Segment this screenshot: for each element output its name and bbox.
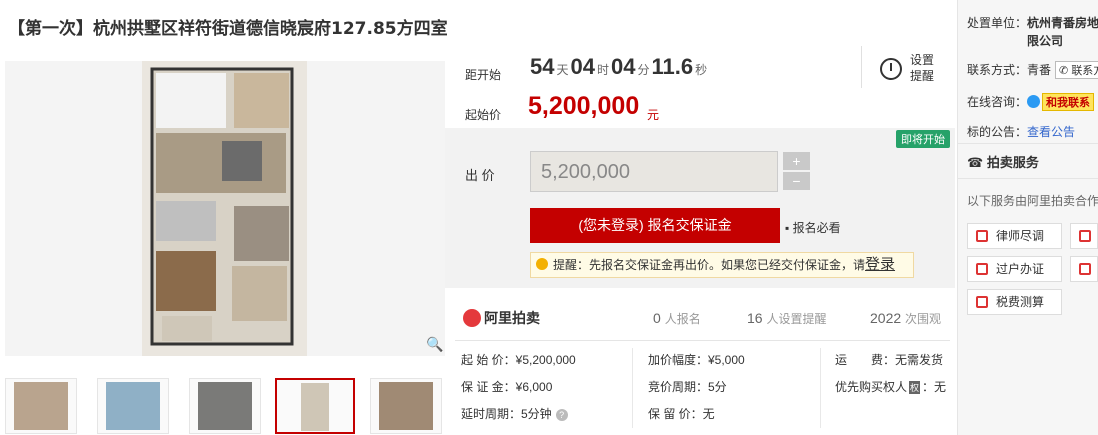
notice-link[interactable]: 查看公告 (1027, 125, 1075, 139)
notice: 标的公告：查看公告 (967, 125, 1076, 139)
chat-icon (1027, 95, 1041, 108)
page-title: 【第一次】杭州拱墅区祥符街道德信晓宸府127.85方四室 (8, 19, 448, 39)
location-icon (1079, 230, 1091, 242)
lawyer-service-button[interactable]: 律师尽调 (967, 223, 1062, 249)
set-remind-button[interactable]: 设置提醒 (910, 52, 940, 84)
thumbnail[interactable] (97, 378, 169, 434)
service-title: ☎ 拍卖服务 (967, 155, 1039, 170)
online-chat: 在线咨询： 和我联系 (967, 93, 1095, 111)
chat-button[interactable]: 和我联系 (1042, 93, 1095, 111)
view-count: 2022 次围观 (870, 310, 942, 326)
thumbnail-active[interactable] (275, 378, 355, 434)
info-priority-buyer: 优先购买权人权：无 (835, 380, 947, 394)
start-price-unit: 元 (647, 108, 660, 122)
thumbnail-strip (5, 378, 445, 434)
start-price-value: 5,200,000 (528, 92, 640, 120)
info-shipping: 运 费：无需发货 (835, 353, 944, 367)
zoom-icon[interactable]: 🔍 (426, 336, 444, 354)
disposer-line2: 限公司 (1027, 34, 1064, 48)
message-service-button[interactable] (1070, 256, 1098, 282)
signup-count: 0 人报名 (653, 310, 701, 326)
divider (861, 46, 862, 88)
thumbnail[interactable] (370, 378, 442, 434)
divider (632, 348, 633, 428)
thumbnail[interactable] (5, 378, 77, 434)
remind-count: 16 人设置提醒 (747, 310, 827, 326)
info-increment: 加价幅度：¥5,000 (648, 353, 745, 367)
bid-label: 出 价 (465, 168, 495, 183)
disposer: 处置单位：杭州青番房地 (967, 16, 1098, 30)
countdown-label: 距开始 (465, 68, 502, 82)
signup-deposit-button[interactable]: (您未登录) 报名交保证金 (530, 208, 780, 243)
info-delay-period: 延时周期：5分钟? (461, 405, 568, 422)
increase-bid-button[interactable]: + (783, 152, 810, 170)
contact: 联系方式：青番✆ 联系方 (967, 61, 1098, 79)
help-icon[interactable]: ? (555, 409, 568, 421)
calculator-icon (976, 296, 988, 308)
location-service-button[interactable] (1070, 223, 1098, 249)
decrease-bid-button[interactable]: − (783, 172, 810, 190)
countdown-timer: 54 天04 时04 分11.6 秒 (530, 54, 708, 79)
alarm-clock-icon[interactable] (880, 58, 902, 80)
floorplan-image[interactable] (142, 61, 307, 356)
person-icon (976, 263, 988, 275)
divider (958, 143, 1098, 144)
priority-icon: 权 (909, 381, 921, 394)
divider (455, 340, 950, 341)
transfer-service-button[interactable]: 过户办证 (967, 256, 1062, 282)
tax-service-button[interactable]: 税费测算 (967, 289, 1062, 315)
status-badge: 即将开始 (896, 130, 950, 148)
service-desc: 以下服务由阿里拍卖合作 (967, 194, 1098, 208)
bid-amount-input[interactable]: 5,200,000 (530, 151, 778, 192)
divider (958, 178, 1098, 179)
lawyer-icon (976, 230, 988, 242)
info-bid-period: 竞价周期：5分 (648, 380, 727, 394)
login-link[interactable]: 登录 (865, 256, 895, 273)
phone-contact-button[interactable]: ✆ 联系方 (1055, 61, 1098, 79)
must-read-link[interactable]: ▪ 报名必看 (785, 219, 841, 236)
info-deposit: 保 证 金：¥6,000 (461, 380, 553, 394)
start-price-label: 起始价 (465, 108, 502, 122)
reminder-text: 提醒：先报名交保证金再出价。如果您已经交付保证金，请 (553, 258, 866, 272)
info-start-price: 起 始 价：¥5,200,000 (461, 353, 576, 367)
lightbulb-icon (536, 258, 548, 270)
divider (820, 348, 821, 428)
info-reserve-price: 保 留 价：无 (648, 407, 715, 421)
ali-auction-logo: 阿里拍卖 (463, 308, 540, 328)
reminder-bar: 提醒：先报名交保证金再出价。如果您已经交付保证金，请登录 (530, 252, 914, 278)
thumbnail[interactable] (189, 378, 261, 434)
message-icon (1079, 263, 1091, 275)
